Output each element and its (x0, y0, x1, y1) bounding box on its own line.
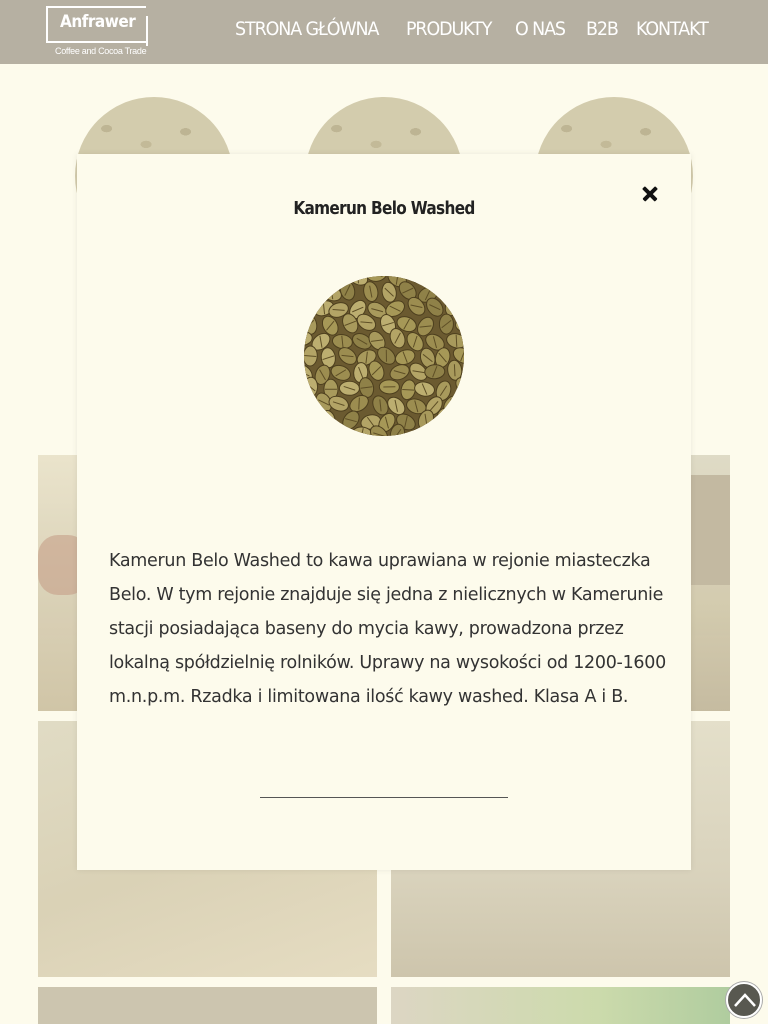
gallery-photo-6 (391, 987, 730, 1024)
product-description: Kamerun Belo Washed to kawa uprawiana w … (109, 551, 666, 707)
gallery-photo-5 (38, 987, 377, 1024)
main-nav: STRONA GŁÓWNA PRODUKTY O NAS B2B KONTAKT (235, 18, 714, 40)
scroll-top-button[interactable] (726, 982, 762, 1018)
nav-item-home[interactable]: STRONA GŁÓWNA (235, 18, 379, 40)
nav-item-contact[interactable]: KONTAKT (636, 18, 709, 40)
close-icon[interactable] (641, 184, 661, 204)
product-image (304, 276, 464, 436)
modal-divider (260, 797, 508, 798)
product-modal: Kamerun Belo Washed Kamerun Belo Washed … (77, 154, 691, 870)
modal-title: Kamerun Belo Washed (293, 198, 475, 219)
site-header: Anfrawer Coffee and Cocoa Trade STRONA G… (0, 0, 768, 64)
logo[interactable]: Anfrawer Coffee and Cocoa Trade (46, 6, 148, 58)
nav-item-products[interactable]: PRODUKTY (406, 18, 492, 40)
nav-item-about[interactable]: O NAS (515, 18, 566, 40)
logo-name: Anfrawer (60, 12, 136, 32)
logo-tagline: Coffee and Cocoa Trade (55, 46, 147, 56)
coffee-beans-image (304, 276, 464, 436)
chevron-up-icon (734, 993, 756, 1007)
nav-item-b2b[interactable]: B2B (586, 18, 619, 40)
